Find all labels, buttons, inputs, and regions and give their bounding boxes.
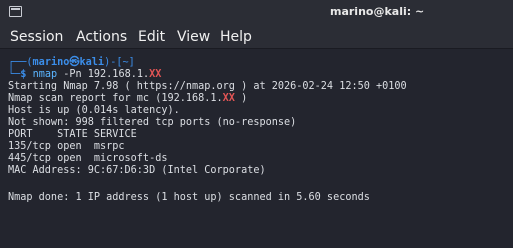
terminal-window: marino@kali: ~ Session Actions Edit View… bbox=[0, 0, 513, 248]
command-args: -Pn 192.168.1. bbox=[57, 69, 150, 80]
prompt-open-bracket: ┌──( bbox=[8, 57, 33, 68]
terminal-output[interactable]: ┌──(marino㉿kali)-[~] └─$ nmap -Pn 192.16… bbox=[0, 49, 513, 248]
prompt-corner: └─ bbox=[8, 69, 21, 80]
output-line-start: Starting Nmap 7.98 ( https://nmap.org ) … bbox=[8, 81, 407, 92]
titlebar[interactable]: marino@kali: ~ bbox=[0, 0, 513, 24]
menubar: Session Actions Edit View Help bbox=[0, 24, 513, 49]
menu-session[interactable]: Session bbox=[10, 29, 63, 45]
output-line-done: Nmap done: 1 IP address (1 host up) scan… bbox=[8, 192, 370, 203]
command-name: nmap bbox=[32, 69, 58, 80]
output-line-port-135: 135/tcp open msrpc bbox=[8, 141, 125, 152]
menu-edit[interactable]: Edit bbox=[138, 29, 165, 45]
output-line-port-header: PORT STATE SERVICE bbox=[8, 129, 137, 140]
prompt-dollar: $ bbox=[20, 69, 33, 80]
output-line-not-shown: Not shown: 998 filtered tcp ports (no-re… bbox=[8, 117, 297, 128]
menu-actions[interactable]: Actions bbox=[76, 29, 127, 45]
scan-report-text: Nmap scan report for mc (192.168.1. bbox=[8, 93, 223, 104]
redacted-octet: XX bbox=[149, 69, 162, 80]
window-title: marino@kali: ~ bbox=[330, 5, 425, 18]
output-line-port-445: 445/tcp open microsoft-ds bbox=[8, 153, 168, 164]
output-line-scan-report: Nmap scan report for mc (192.168.1.XX ) bbox=[8, 93, 247, 105]
menu-help[interactable]: Help bbox=[220, 29, 252, 45]
terminal-icon bbox=[9, 6, 22, 17]
prompt-line-1: ┌──(marino㉿kali)-[~] bbox=[8, 57, 135, 69]
menu-view[interactable]: View bbox=[177, 29, 210, 45]
output-line-mac: MAC Address: 9C:67:D6:3D (Intel Corporat… bbox=[8, 165, 266, 176]
prompt-user-host: marino㉿kali bbox=[32, 57, 105, 68]
output-line-host-up: Host is up (0.014s latency). bbox=[8, 105, 180, 116]
redacted-octet-2: XX bbox=[222, 93, 235, 104]
prompt-line-2: └─$ nmap -Pn 192.168.1.XX bbox=[8, 69, 161, 81]
scan-report-end: ) bbox=[234, 93, 248, 104]
prompt-path: )-[~] bbox=[104, 57, 135, 68]
